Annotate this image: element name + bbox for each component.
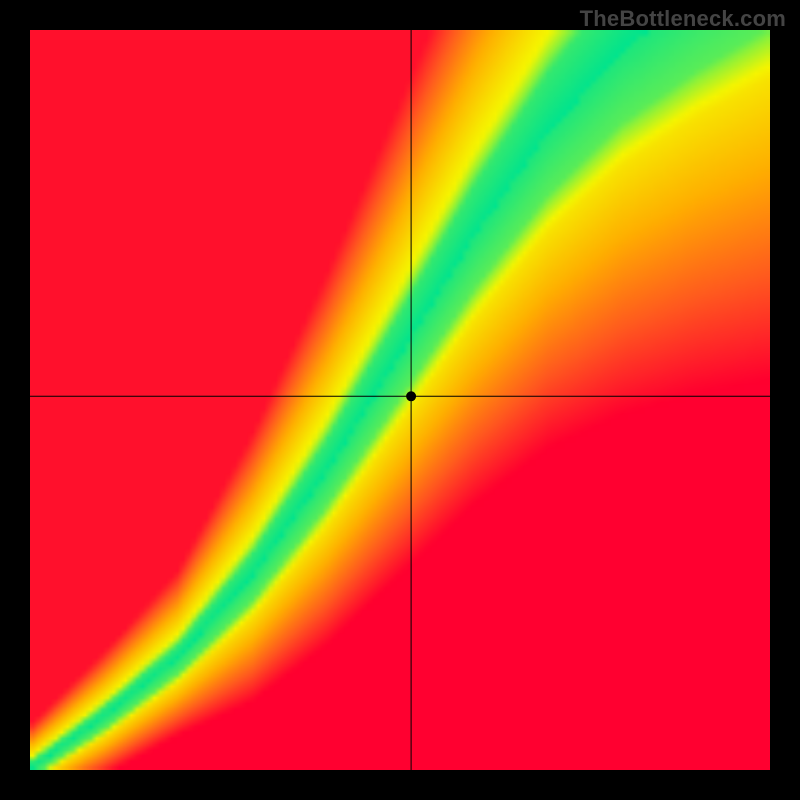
watermark-text: TheBottleneck.com: [580, 6, 786, 32]
chart-frame: TheBottleneck.com: [0, 0, 800, 800]
heatmap-canvas: [30, 30, 770, 770]
